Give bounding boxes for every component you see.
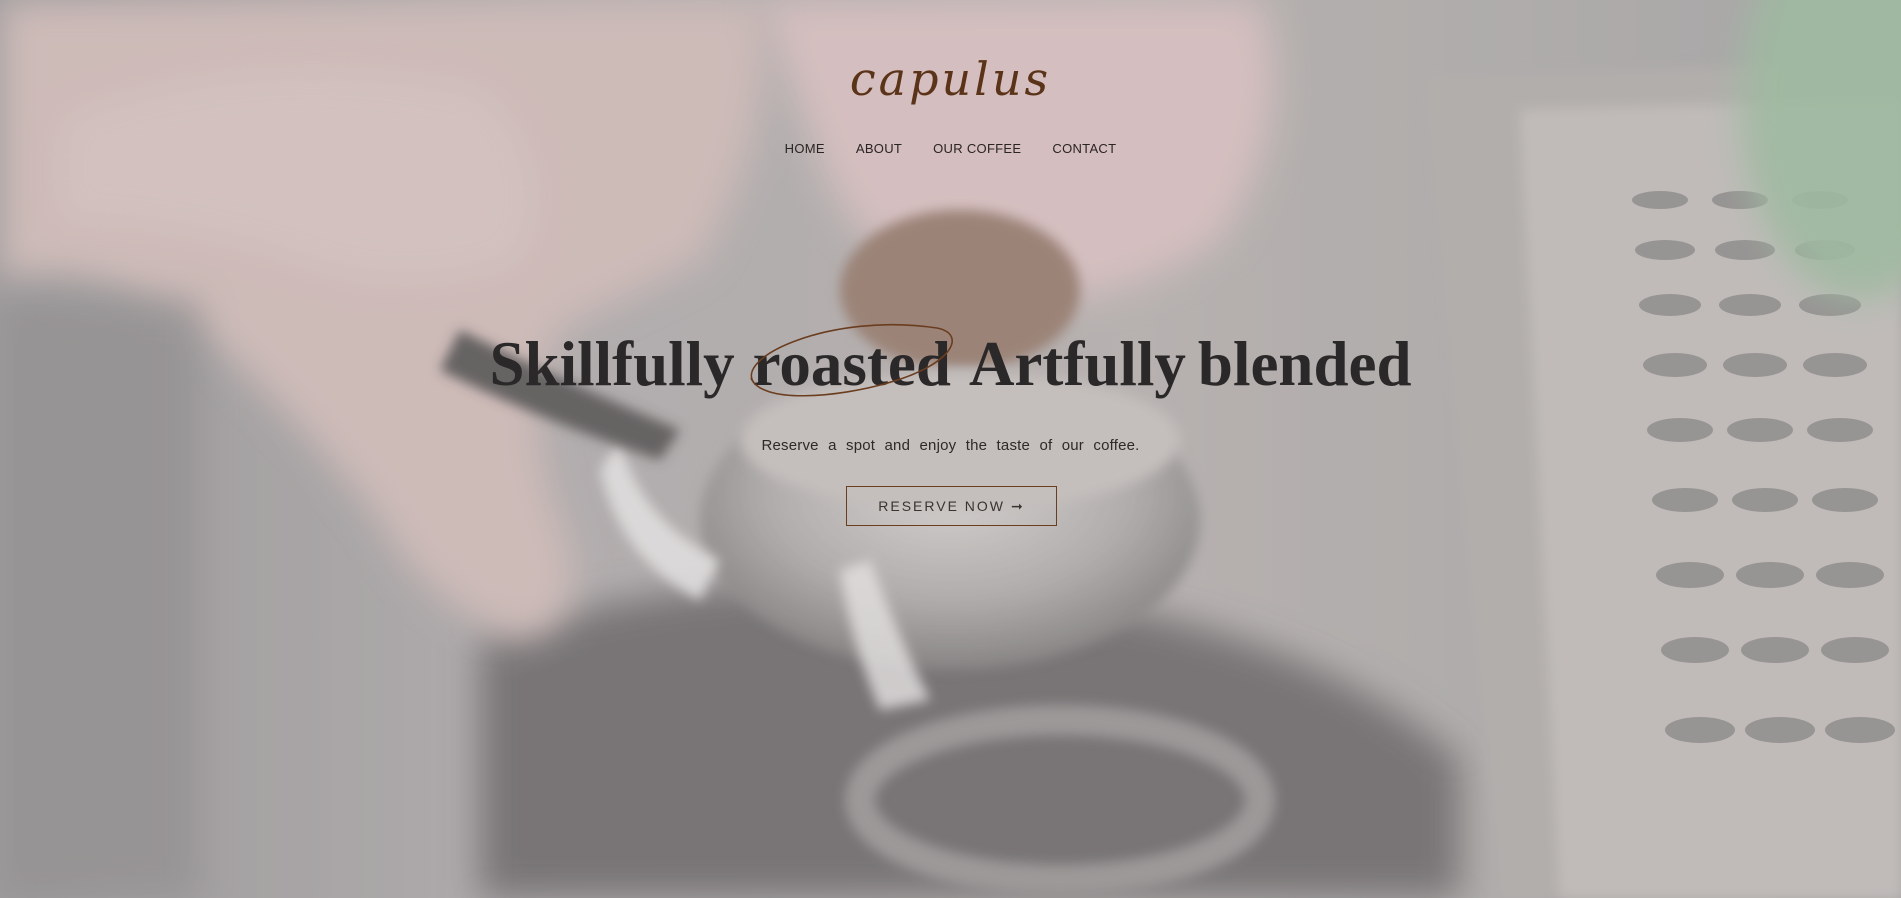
arrow-right-icon: ➞	[1011, 497, 1025, 514]
nav-item-home[interactable]: HOME	[785, 141, 825, 156]
hero-section: capulus HOME ABOUT OUR COFFEE CONTACT Sk…	[0, 0, 1901, 898]
reserve-now-label: RESERVE NOW	[878, 498, 1006, 514]
hero-headline: Skillfully roasted Artfully blended	[0, 323, 1901, 399]
reserve-now-button[interactable]: RESERVE NOW ➞	[846, 486, 1057, 526]
headline-word: Artfully	[968, 329, 1186, 399]
headline-word-highlighted: roasted	[752, 329, 951, 399]
nav-item-contact[interactable]: CONTACT	[1052, 141, 1116, 156]
headline-word: Skillfully	[489, 329, 735, 399]
nav-item-our-coffee[interactable]: OUR COFFEE	[933, 141, 1021, 156]
hero-subtitle: Reserve a spot and enjoy the taste of ou…	[761, 437, 1140, 454]
main-nav: HOME ABOUT OUR COFFEE CONTACT	[0, 141, 1901, 156]
nav-item-about[interactable]: ABOUT	[856, 141, 902, 156]
brand-logo[interactable]: capulus	[0, 56, 1901, 102]
headline-word: blended	[1197, 329, 1412, 399]
headline-highlight: roasted	[749, 323, 953, 399]
